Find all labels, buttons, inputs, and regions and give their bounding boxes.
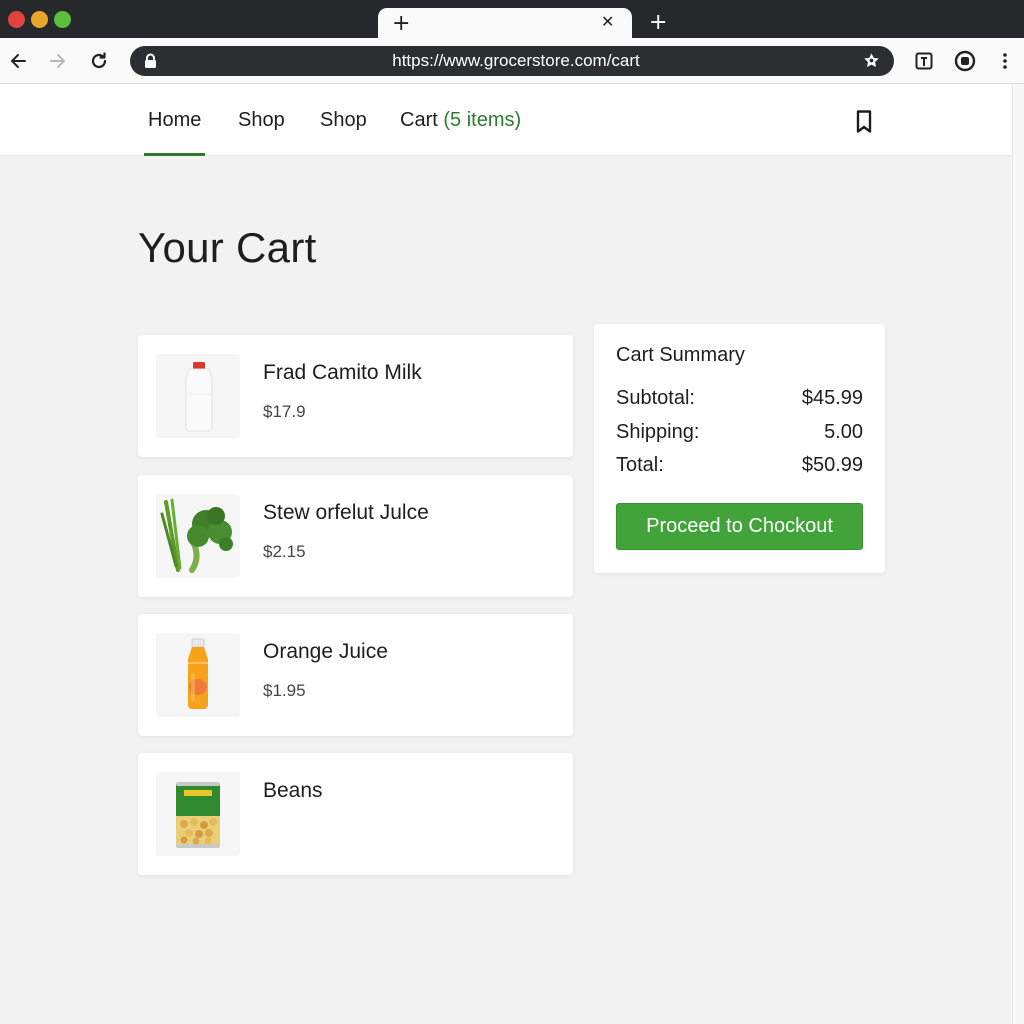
product-thumbnail[interactable] xyxy=(156,772,240,856)
address-bar[interactable]: https://www.grocerstore.com/cart xyxy=(130,46,894,76)
forward-button[interactable] xyxy=(41,38,75,84)
star-icon[interactable] xyxy=(863,52,880,69)
close-window-button[interactable] xyxy=(8,11,25,28)
minimize-window-button[interactable] xyxy=(31,11,48,28)
shipping-value: 5.00 xyxy=(824,421,863,443)
arrow-right-icon xyxy=(50,54,65,68)
reader-mode-button[interactable] xyxy=(907,38,941,84)
shipping-label: Shipping: xyxy=(616,421,700,443)
reload-icon xyxy=(91,52,107,69)
item-name[interactable]: Orange Juice xyxy=(263,640,388,664)
browser-menu-button[interactable] xyxy=(988,38,1022,84)
reader-icon xyxy=(915,52,933,70)
checkout-button[interactable]: Proceed to Chockout xyxy=(616,503,863,550)
item-price: $2.15 xyxy=(263,542,306,561)
broccoli-image xyxy=(160,498,233,573)
tab-close-icon[interactable]: ✕ xyxy=(601,14,614,30)
subtotal-label: Subtotal: xyxy=(616,387,695,409)
item-price: $1.95 xyxy=(263,681,306,700)
cart-item-card[interactable]: Orange Juice $1.95 xyxy=(138,614,573,736)
item-name[interactable]: Stew orfelut Julce xyxy=(263,501,429,525)
cart-item-card[interactable]: Stew orfelut Julce $2.15 xyxy=(138,475,573,597)
nav-shop-link-2[interactable]: Shop xyxy=(320,84,367,156)
item-price: $17.9 xyxy=(263,402,306,421)
nav-shop-link[interactable]: Shop xyxy=(238,84,285,156)
item-name[interactable]: Beans xyxy=(263,779,323,803)
subtotal-value: $45.99 xyxy=(801,387,863,409)
reload-button[interactable] xyxy=(82,38,116,84)
total-label: Total: xyxy=(616,454,664,476)
juice-bottle-image xyxy=(188,638,208,709)
new-tab-button[interactable]: + xyxy=(649,12,667,34)
total-row: Total: $50.99 xyxy=(616,454,863,480)
summary-title: Cart Summary xyxy=(616,344,745,366)
profile-button[interactable] xyxy=(948,38,982,84)
bookmark-icon[interactable] xyxy=(852,109,876,135)
shipping-row: Shipping: 5.00 xyxy=(616,421,863,447)
maximize-window-button[interactable] xyxy=(54,11,71,28)
more-vertical-icon xyxy=(1003,53,1007,69)
nav-cart-label: Cart xyxy=(400,109,438,131)
page-scrollbar[interactable] xyxy=(1012,84,1024,1024)
nav-cart-link[interactable]: Cart (5 items) xyxy=(400,84,521,156)
cart-count-badge: (5 items) xyxy=(443,109,522,131)
product-thumbnail[interactable] xyxy=(156,494,240,578)
active-nav-indicator xyxy=(144,153,205,156)
browser-tab-strip: + ✕ + xyxy=(0,0,1024,40)
cart-item-card[interactable]: Beans xyxy=(138,753,573,875)
bean-can-image xyxy=(176,782,220,848)
active-tab[interactable]: + ✕ xyxy=(378,8,632,40)
url-text[interactable]: https://www.grocerstore.com/cart xyxy=(130,46,894,76)
arrow-left-icon xyxy=(11,54,26,68)
cart-item-card[interactable]: Frad Camito Milk $17.9 xyxy=(138,335,573,457)
page-title: Your Cart xyxy=(138,224,317,271)
cart-summary-panel: Cart Summary Subtotal: $45.99 Shipping: … xyxy=(594,324,885,573)
item-name[interactable]: Frad Camito Milk xyxy=(263,361,422,385)
product-thumbnail[interactable] xyxy=(156,354,240,438)
nav-home-link[interactable]: Home xyxy=(148,84,201,156)
profile-icon xyxy=(954,50,976,72)
new-tab-in-tab-icon[interactable]: + xyxy=(392,13,410,35)
subtotal-row: Subtotal: $45.99 xyxy=(616,387,863,413)
browser-toolbar: https://www.grocerstore.com/cart xyxy=(0,38,1024,84)
milk-jug-image xyxy=(185,362,213,432)
total-value: $50.99 xyxy=(801,454,863,476)
site-navigation: Home Shop Shop Cart (5 items) xyxy=(0,84,1012,156)
product-thumbnail[interactable] xyxy=(156,633,240,717)
back-button[interactable] xyxy=(1,38,35,84)
